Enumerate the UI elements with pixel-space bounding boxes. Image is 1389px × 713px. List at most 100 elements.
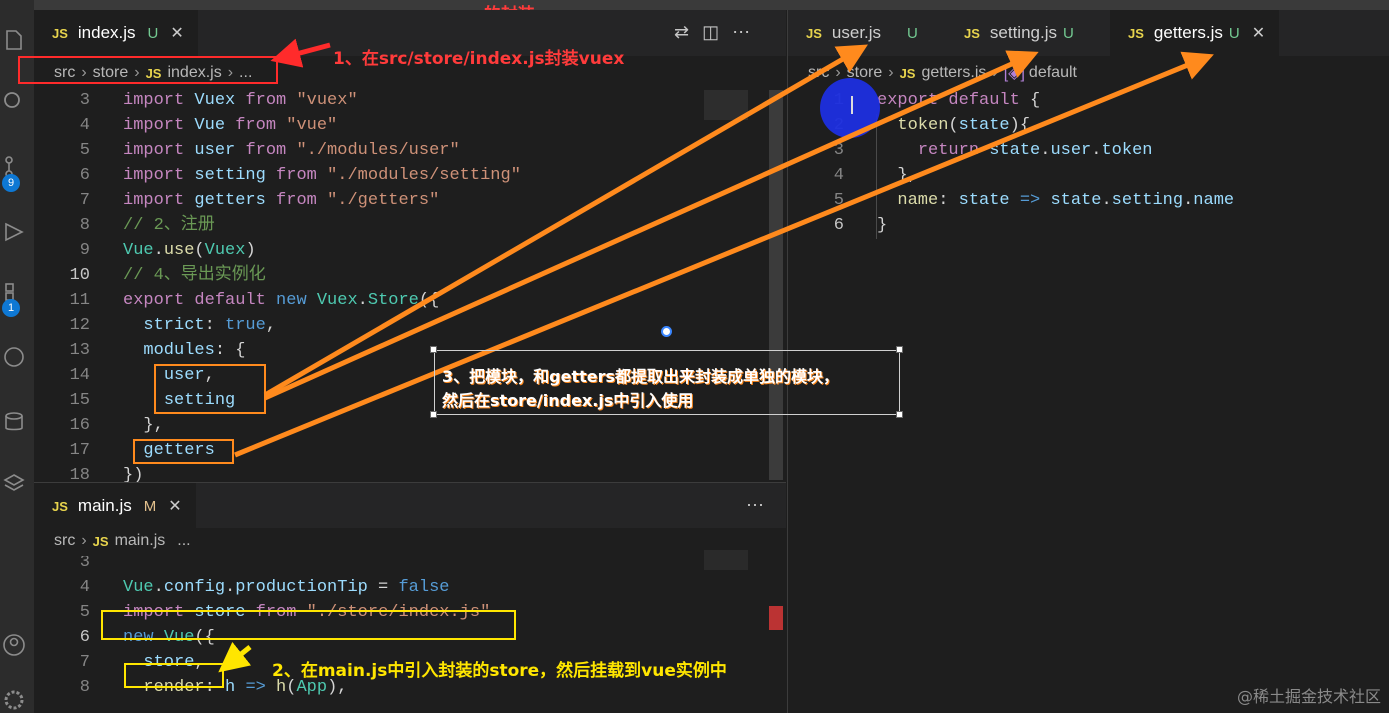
remote-icon[interactable] (2, 345, 26, 369)
breadcrumb-item[interactable]: default (1029, 64, 1077, 82)
breadcrumb-item[interactable]: src (808, 64, 829, 82)
code-line[interactable]: 16 }, (34, 413, 694, 438)
extensions-badge: 1 (2, 299, 20, 317)
annotation-1: 1、在src/store/index.js封装vuex (333, 49, 625, 69)
resize-handle[interactable] (896, 346, 903, 353)
code-line[interactable]: 4 }, (788, 163, 1388, 188)
database-icon[interactable] (2, 410, 26, 434)
code-line[interactable]: 4 import Vue from "vue" (34, 113, 694, 138)
code-text: Vue.use(Vuex) (123, 241, 256, 260)
code-line[interactable]: 7 import getters from "./getters" (34, 188, 694, 213)
rotate-handle[interactable] (661, 326, 672, 337)
highlight-getters (133, 439, 234, 464)
breadcrumb-item[interactable]: src (54, 532, 75, 550)
line-number: 11 (69, 291, 90, 310)
code-text: }, (877, 166, 918, 185)
layers-icon[interactable] (2, 472, 26, 496)
explorer-icon[interactable] (2, 28, 26, 52)
code-line[interactable]: 5 import user from "./modules/user" (34, 138, 694, 163)
resize-handle[interactable] (896, 411, 903, 418)
js-file-icon: JS (899, 65, 916, 81)
line-number: 17 (69, 441, 90, 460)
code-line[interactable]: 3 (34, 556, 754, 575)
js-file-icon: JS (52, 25, 68, 41)
git-status: U (1228, 24, 1240, 42)
run-debug-icon[interactable] (2, 220, 26, 244)
right-tabbar: JS user.js U JS setting.js U JS getters.… (788, 10, 1389, 56)
code-line[interactable]: 5 name: state => state.setting.name (788, 188, 1388, 213)
code-line[interactable]: 11 export default new Vuex.Store({ (34, 288, 694, 313)
breadcrumb-item[interactable]: main.js (115, 532, 166, 550)
git-status: M (143, 497, 157, 515)
annotation-3-line2: 然后在store/index.js中引入使用 (442, 391, 694, 410)
tab-label: user.js (831, 23, 882, 42)
line-number: 4 (79, 578, 90, 597)
more-actions-icon[interactable]: ⋯ (732, 22, 754, 42)
breadcrumb-item[interactable]: ... (177, 532, 190, 550)
git-status: U (147, 24, 159, 42)
tab-main-js[interactable]: JS main.js M ✕ (34, 483, 196, 529)
tab-index-js[interactable]: JS index.js U ✕ (34, 10, 198, 56)
code-line[interactable]: 6} (788, 213, 1388, 238)
settings-icon[interactable] (2, 688, 26, 712)
code-line[interactable]: 4 Vue.config.productionTip = false (34, 575, 754, 600)
resize-handle[interactable] (430, 346, 437, 353)
js-file-icon: JS (52, 498, 68, 514)
account-icon[interactable] (2, 633, 26, 657)
more-actions-icon[interactable]: ⋯ (746, 495, 768, 516)
watermark: @稀土掘金技术社区 (1236, 687, 1381, 706)
code-text: // 4、导出实例化 (123, 266, 266, 285)
tab-getters-js[interactable]: JS getters.js U ✕ (1110, 10, 1280, 56)
minimap[interactable] (704, 90, 748, 120)
code-editor[interactable]: 3 import Vuex from "vuex" 4 import Vue from… (34, 88, 694, 482)
line-number: 7 (79, 191, 90, 210)
code-text: }) (123, 466, 144, 482)
code-text: modules: { (143, 341, 246, 360)
tab-setting-js[interactable]: JS setting.js U (946, 10, 1088, 56)
tab-label: getters.js (1153, 23, 1223, 42)
highlight-breadcrumb (18, 56, 278, 84)
symbol-icon: [◈] (1003, 65, 1025, 82)
line-number: 3 (79, 556, 90, 572)
close-icon[interactable]: ✕ (170, 23, 183, 43)
line-number: 10 (69, 266, 90, 285)
tab-user-js[interactable]: JS user.js U (788, 10, 932, 56)
annotation-3-line1: 3、把模块，和getters都提取出来封装成单独的模块， (442, 367, 840, 386)
split-editor-icon[interactable]: ◫ (702, 22, 723, 42)
line-number: 15 (69, 391, 90, 410)
code-text: import setting from "./modules/setting" (123, 166, 521, 185)
compare-changes-icon[interactable]: ⇄ (674, 22, 693, 42)
code-line[interactable]: 3 import Vuex from "vuex" (34, 88, 694, 113)
activity-bar: 9 1 (0, 0, 34, 713)
close-icon[interactable]: ✕ (168, 496, 181, 516)
git-status: U (907, 24, 918, 42)
resize-handle[interactable] (430, 411, 437, 418)
code-line[interactable]: 8 // 2、注册 (34, 213, 694, 238)
line-number: 5 (833, 191, 844, 210)
code-line[interactable]: 3 return state.user.token (788, 138, 1388, 163)
scrollbar[interactable] (769, 90, 783, 480)
tab-label: main.js (77, 496, 132, 515)
code-line[interactable]: 6 import setting from "./modules/setting" (34, 163, 694, 188)
code-text: return state.user.token (917, 141, 1153, 160)
line-number: 5 (79, 141, 90, 160)
mouse-cursor-highlight (820, 78, 880, 138)
code-text: import getters from "./getters" (123, 191, 440, 210)
close-icon[interactable]: ✕ (1252, 23, 1265, 43)
js-file-icon: JS (806, 25, 822, 41)
highlight-import-store (101, 610, 516, 640)
code-line[interactable]: 10 // 4、导出实例化 (34, 263, 694, 288)
code-line[interactable]: 9 Vue.use(Vuex) (34, 238, 694, 263)
code-line[interactable]: 12 strict: true, (34, 313, 694, 338)
breadcrumb-item[interactable]: getters.js (921, 64, 986, 82)
line-number: 18 (69, 466, 90, 482)
code-line[interactable]: 18}) (34, 463, 694, 482)
search-icon[interactable] (2, 90, 26, 114)
code-text: Vue.config.productionTip = false (123, 578, 450, 597)
minimap[interactable] (704, 550, 748, 570)
line-number: 5 (79, 603, 90, 622)
code-text: strict: true, (143, 316, 277, 335)
line-number: 16 (69, 416, 90, 435)
code-text: }, (123, 416, 164, 435)
source-control-badge: 9 (2, 174, 20, 192)
